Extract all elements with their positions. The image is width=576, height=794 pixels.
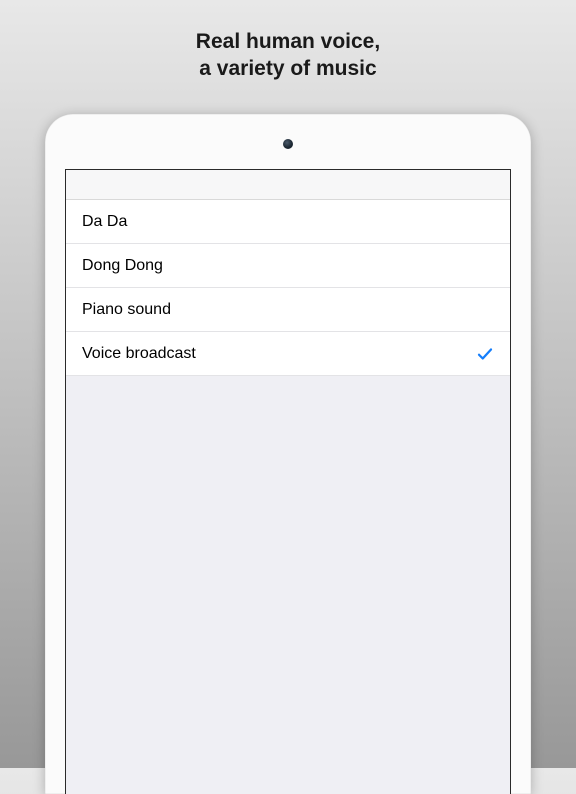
checkmark-icon — [476, 345, 494, 363]
list-item[interactable]: Dong Dong — [66, 244, 510, 288]
headline-line-1: Real human voice, — [0, 28, 576, 55]
list-item-label: Voice broadcast — [82, 345, 196, 363]
promo-headline: Real human voice, a variety of music — [0, 0, 576, 103]
headline-line-2: a variety of music — [0, 55, 576, 82]
sound-options-list: Da Da Dong Dong Piano sound Voice broadc… — [66, 200, 510, 376]
tablet-device-frame: Da Da Dong Dong Piano sound Voice broadc… — [45, 114, 531, 794]
status-bar — [66, 170, 510, 200]
list-item[interactable]: Da Da — [66, 200, 510, 244]
list-item[interactable]: Piano sound — [66, 288, 510, 332]
list-item-label: Da Da — [82, 213, 127, 231]
list-item[interactable]: Voice broadcast — [66, 332, 510, 376]
list-item-label: Dong Dong — [82, 257, 163, 275]
screen: Da Da Dong Dong Piano sound Voice broadc… — [65, 169, 511, 794]
camera-icon — [283, 139, 293, 149]
list-item-label: Piano sound — [82, 301, 171, 319]
